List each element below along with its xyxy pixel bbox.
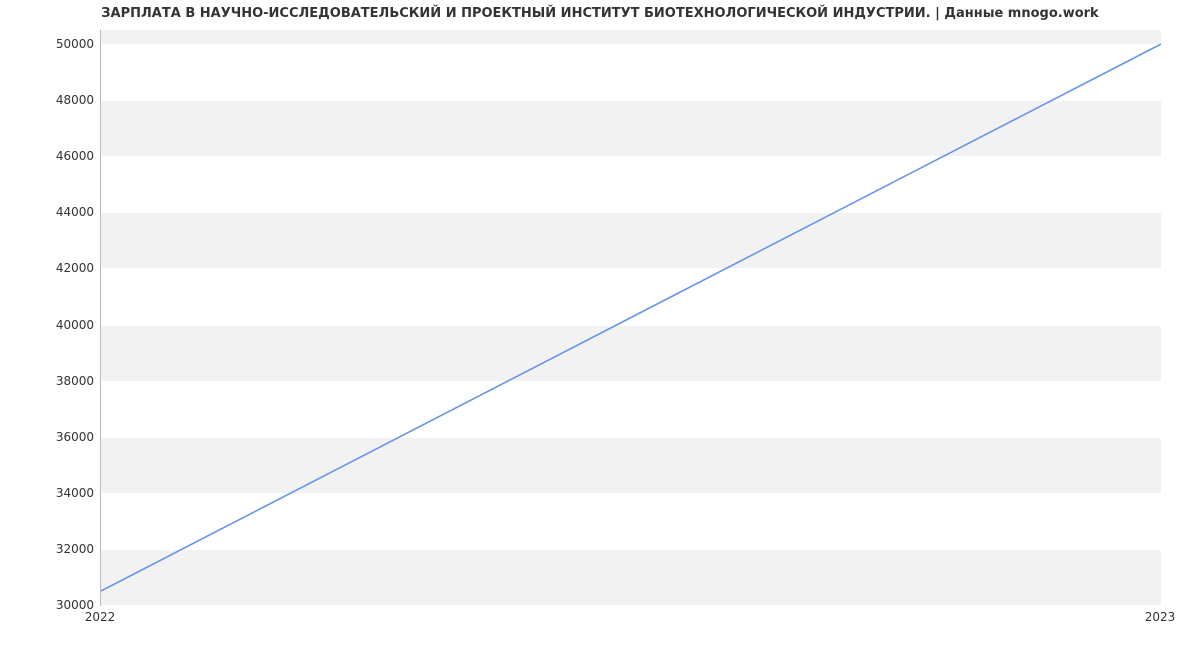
y-tick-label: 42000: [34, 261, 94, 275]
y-tick-label: 48000: [34, 93, 94, 107]
y-tick-label: 38000: [34, 374, 94, 388]
plot-area: [100, 30, 1161, 606]
line-series: [101, 30, 1161, 605]
y-tick-label: 46000: [34, 149, 94, 163]
y-tick-label: 40000: [34, 318, 94, 332]
x-tick-label: 2023: [1145, 610, 1176, 624]
chart-container: ЗАРПЛАТА В НАУЧНО-ИССЛЕДОВАТЕЛЬСКИЙ И ПР…: [0, 0, 1200, 650]
x-tick-label: 2022: [85, 610, 116, 624]
y-tick-label: 44000: [34, 205, 94, 219]
y-tick-label: 36000: [34, 430, 94, 444]
y-tick-label: 50000: [34, 37, 94, 51]
chart-title: ЗАРПЛАТА В НАУЧНО-ИССЛЕДОВАТЕЛЬСКИЙ И ПР…: [0, 6, 1200, 21]
grid-line: [101, 605, 1161, 606]
y-tick-label: 34000: [34, 486, 94, 500]
y-tick-label: 32000: [34, 542, 94, 556]
series-line: [101, 44, 1161, 591]
